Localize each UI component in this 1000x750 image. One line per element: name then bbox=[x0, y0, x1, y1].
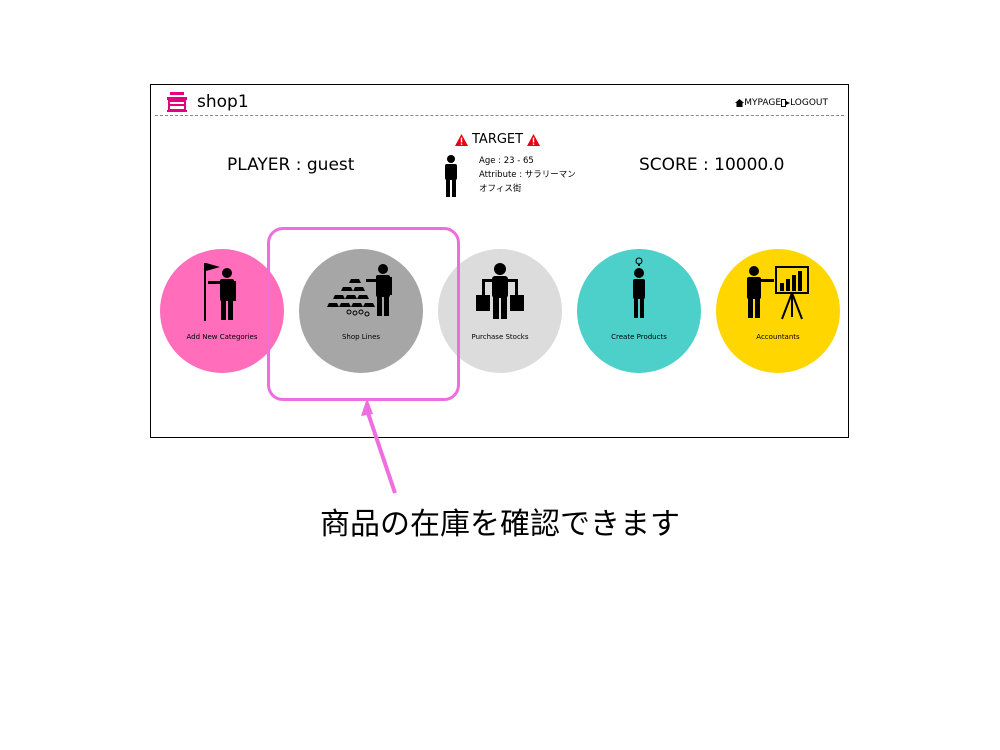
warning-icon bbox=[455, 133, 468, 146]
logout-label: LOGOUT bbox=[790, 98, 828, 108]
menu-label: Create Products bbox=[611, 333, 667, 341]
target-label: TARGET bbox=[472, 132, 524, 147]
player-name: PLAYER : guest bbox=[227, 155, 355, 175]
menu-label: Accountants bbox=[756, 333, 800, 341]
create-products-button[interactable]: Create Products bbox=[577, 249, 701, 373]
pointer-arrow bbox=[361, 398, 397, 494]
home-icon bbox=[735, 99, 745, 107]
menu-label: Add New Categories bbox=[186, 333, 258, 341]
shop-title: shop1 bbox=[197, 92, 249, 112]
presentation-board-icon bbox=[747, 266, 809, 320]
person-icon bbox=[445, 155, 457, 197]
target-heading: TARGET bbox=[455, 132, 541, 147]
target-attribute: Attribute : サラリーマン bbox=[479, 170, 576, 180]
target-info: Age : 23 - 65 Attribute : サラリーマン オフィス街 bbox=[479, 154, 576, 196]
mypage-label: MYPAGE bbox=[744, 98, 782, 108]
logout-icon bbox=[781, 99, 791, 107]
logout-link[interactable]: LOGOUT bbox=[781, 98, 828, 108]
flag-businessman-icon bbox=[204, 263, 236, 321]
mypage-link[interactable]: MYPAGE bbox=[735, 98, 781, 108]
caption-text: 商品の在庫を確認できます bbox=[320, 507, 680, 542]
add-new-categories-button[interactable]: Add New Categories bbox=[160, 249, 284, 373]
accountants-button[interactable]: Accountants bbox=[716, 249, 840, 373]
target-location: オフィス街 bbox=[479, 184, 522, 194]
shop-icon bbox=[167, 92, 187, 112]
score-value: SCORE : 10000.0 bbox=[639, 155, 785, 175]
app-window: shop1 MYPAGE LOGOUT PLAYER : guest SCORE… bbox=[150, 84, 849, 438]
warning-icon bbox=[527, 133, 541, 146]
target-age: Age : 23 - 65 bbox=[479, 156, 534, 166]
idea-person-icon bbox=[633, 257, 645, 318]
highlight-box bbox=[267, 227, 460, 401]
header-bar: shop1 MYPAGE LOGOUT bbox=[155, 89, 844, 116]
